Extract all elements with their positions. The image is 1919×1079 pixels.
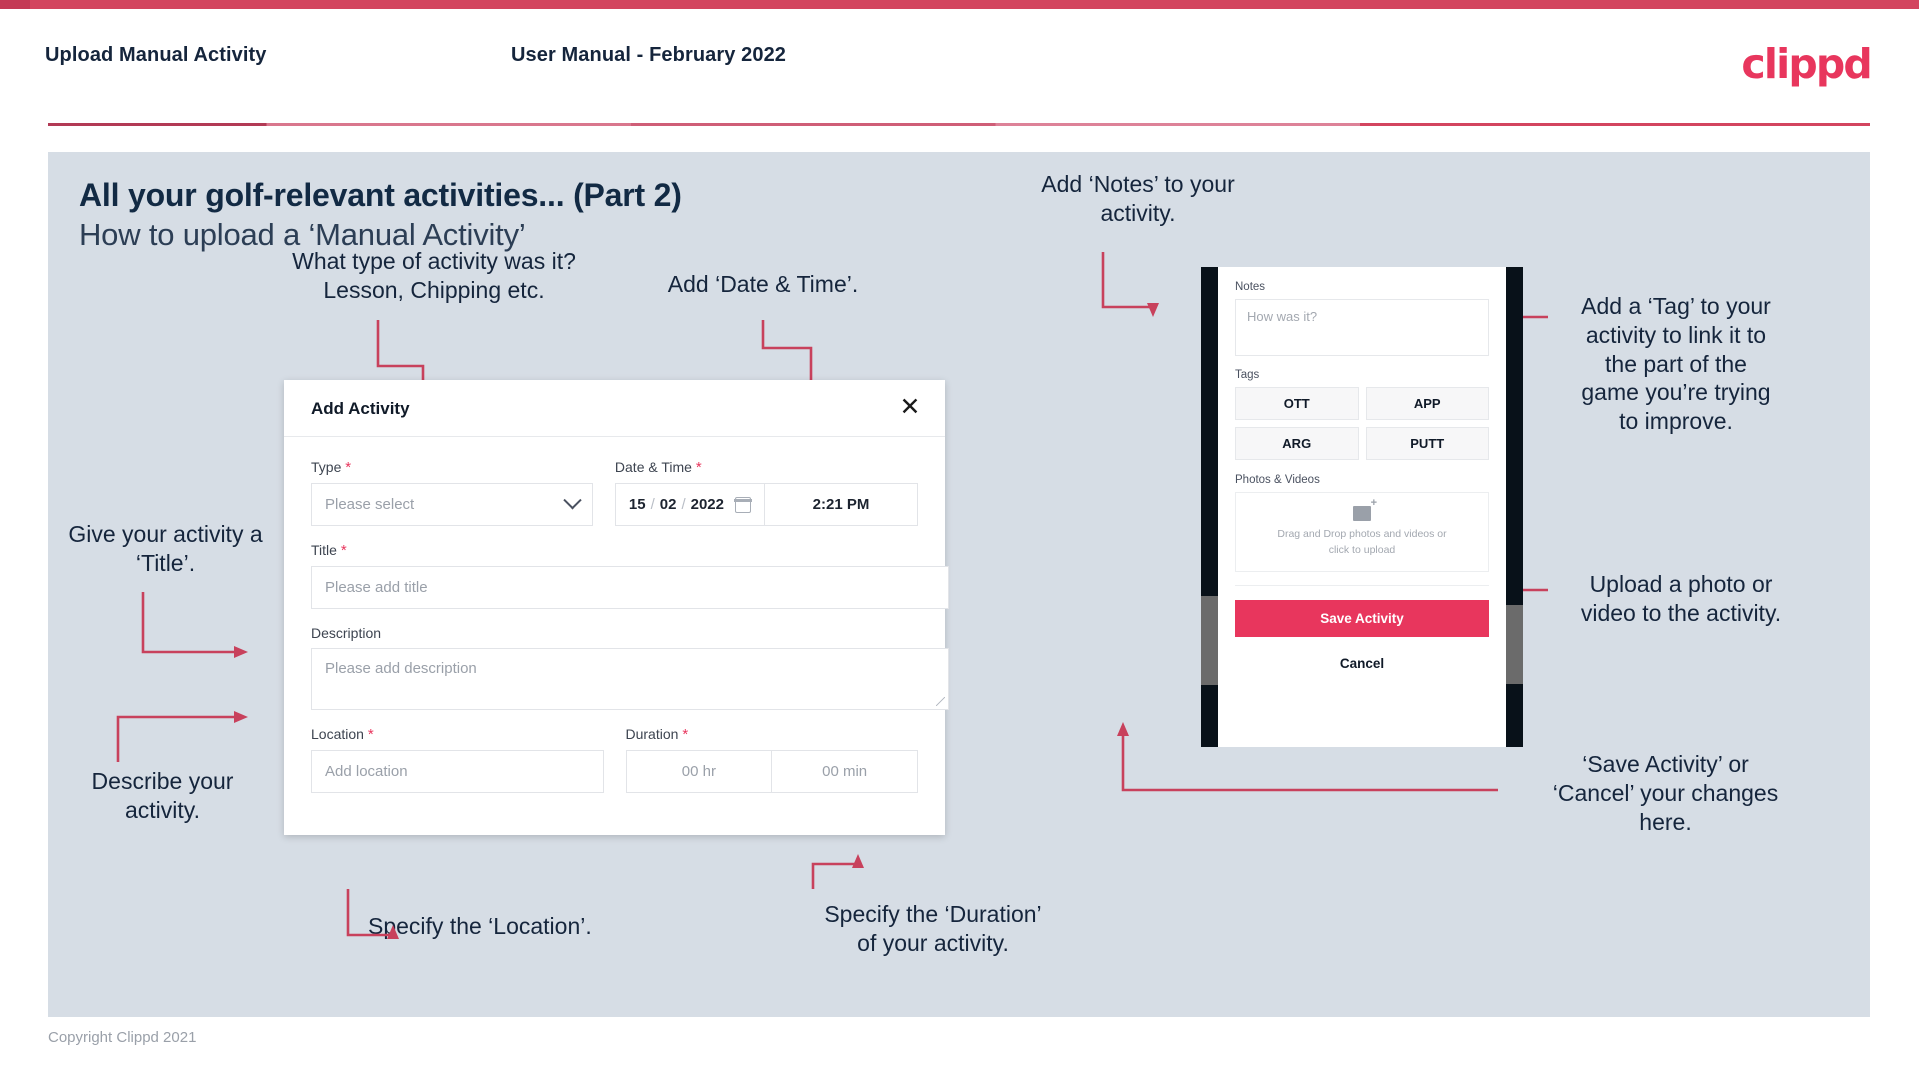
dialog-title: Add Activity	[311, 399, 410, 418]
type-select[interactable]: Please select	[311, 483, 593, 526]
duration-label: Duration *	[626, 726, 919, 743]
top-accent-bar	[0, 0, 1919, 9]
tags-label: Tags	[1235, 369, 1260, 381]
slide-heading: All your golf-relevant activities... (Pa…	[79, 177, 682, 213]
required-asterisk: *	[695, 459, 702, 476]
phone-screen: Notes How was it? Tags OTT APP ARG PUTT …	[1218, 267, 1506, 747]
add-activity-dialog: Add Activity ✕ Type * Please select Date…	[284, 380, 949, 835]
title-label: Title *	[311, 542, 918, 559]
header-divider	[48, 123, 1870, 126]
annotation-title: Give your activity a ‘Title’.	[68, 521, 263, 576]
title-label-text: Title	[311, 542, 337, 558]
required-asterisk: *	[367, 726, 374, 743]
duration-label-text: Duration	[625, 726, 679, 742]
datetime-label: Date & Time *	[615, 459, 918, 476]
date-day: 15	[628, 496, 646, 513]
dropzone-text: Drag and Drop photos and videos or click …	[1277, 527, 1447, 556]
duration-control: 00 hr 00 min	[625, 750, 918, 793]
row-type-datetime: Type * Please select Date & Time * 15 / …	[311, 459, 918, 526]
cancel-button[interactable]: Cancel	[1235, 656, 1489, 671]
phone-divider	[1235, 585, 1489, 586]
calendar-icon[interactable]	[734, 496, 752, 513]
location-label-text: Location	[311, 726, 364, 742]
photos-label: Photos & Videos	[1235, 474, 1320, 486]
duration-hours-input[interactable]: 00 hr	[627, 751, 773, 792]
footer-copyright: Copyright Clippd 2021	[48, 1029, 197, 1046]
phone-bezel-right	[1506, 267, 1523, 747]
add-image-icon	[1353, 498, 1377, 521]
tag-app[interactable]: APP	[1365, 387, 1489, 420]
annotation-save: ‘Save Activity’ or ‘Cancel’ your changes h…	[1552, 751, 1779, 835]
notes-textarea[interactable]: How was it?	[1235, 299, 1489, 356]
type-label: Type *	[311, 459, 593, 476]
annotation-notes: Add ‘Notes’ to your activity.	[1041, 171, 1235, 226]
datetime-label-text: Date & Time	[614, 459, 692, 475]
dialog-body: Type * Please select Date & Time * 15 / …	[284, 437, 949, 793]
title-input[interactable]: Please add title	[311, 566, 949, 609]
field-description: Description Please add description	[311, 625, 949, 710]
phone-side-button-left	[1201, 596, 1218, 685]
top-accent-bar-segment	[0, 0, 30, 9]
date-separator: /	[650, 496, 655, 513]
slide-page: Upload Manual Activity User Manual - Feb…	[0, 0, 1919, 1079]
row-location-duration: Location * Add location Duration * 00 hr…	[311, 726, 918, 793]
type-select-value: Please select	[325, 496, 415, 513]
field-datetime: Date & Time * 15 / 02 / 2022 2:21 PM	[614, 459, 918, 526]
description-textarea[interactable]: Please add description	[311, 648, 949, 710]
close-icon[interactable]: ✕	[895, 392, 925, 422]
duration-minutes-input[interactable]: 00 min	[772, 751, 917, 792]
photo-dropzone[interactable]: Drag and Drop photos and videos orclick …	[1235, 492, 1489, 572]
field-type: Type * Please select	[311, 459, 593, 526]
annotation-type: What type of activity was it? Lesson, Chi…	[292, 248, 576, 303]
tags-grid: OTT APP ARG PUTT	[1235, 387, 1489, 460]
datetime-control: 15 / 02 / 2022 2:21 PM	[614, 483, 918, 526]
clippd-logo: clippd	[1741, 40, 1872, 88]
type-label-text: Type	[311, 459, 342, 475]
date-month: 02	[659, 496, 677, 513]
field-duration: Duration * 00 hr 00 min	[625, 726, 919, 793]
date-separator: /	[681, 496, 686, 513]
time-input[interactable]: 2:21 PM	[765, 484, 917, 525]
phone-bezel-left	[1201, 267, 1218, 747]
annotation-location: Specify the ‘Location’.	[368, 913, 592, 939]
annotation-datetime: Add ‘Date & Time’.	[667, 271, 859, 297]
location-input[interactable]: Add location	[311, 750, 604, 793]
tag-putt[interactable]: PUTT	[1365, 427, 1489, 460]
field-title: Title * Please add title	[311, 542, 949, 609]
date-input[interactable]: 15 / 02 / 2022	[616, 484, 765, 525]
chevron-down-icon	[563, 491, 582, 510]
page-title: Upload Manual Activity	[45, 44, 267, 66]
annotation-duration: Specify the ‘Duration’ of your activity.	[824, 901, 1042, 956]
phone-side-button-right	[1506, 605, 1523, 684]
required-asterisk: *	[340, 542, 347, 559]
tag-ott[interactable]: OTT	[1235, 387, 1359, 420]
annotation-tags: Add a ‘Tag’ to your activity to link it t…	[1581, 293, 1771, 434]
slide-canvas: All your golf-relevant activities... (Pa…	[48, 152, 1870, 1017]
required-asterisk: *	[682, 726, 689, 743]
required-asterisk: *	[345, 459, 352, 476]
page-subtitle: User Manual - February 2022	[511, 44, 787, 66]
dialog-header: Add Activity ✕	[284, 380, 945, 437]
tag-arg[interactable]: ARG	[1235, 427, 1359, 460]
annotation-photos: Upload a photo or video to the activity.	[1580, 571, 1782, 626]
location-label: Location *	[311, 726, 604, 743]
phone-mockup: Notes How was it? Tags OTT APP ARG PUTT …	[1201, 267, 1523, 747]
field-location: Location * Add location	[311, 726, 604, 793]
save-activity-button[interactable]: Save Activity	[1235, 600, 1489, 637]
annotation-description: Describe your activity.	[91, 768, 234, 823]
description-label: Description	[311, 625, 382, 641]
date-year: 2022	[690, 496, 724, 513]
notes-label: Notes	[1235, 281, 1266, 293]
